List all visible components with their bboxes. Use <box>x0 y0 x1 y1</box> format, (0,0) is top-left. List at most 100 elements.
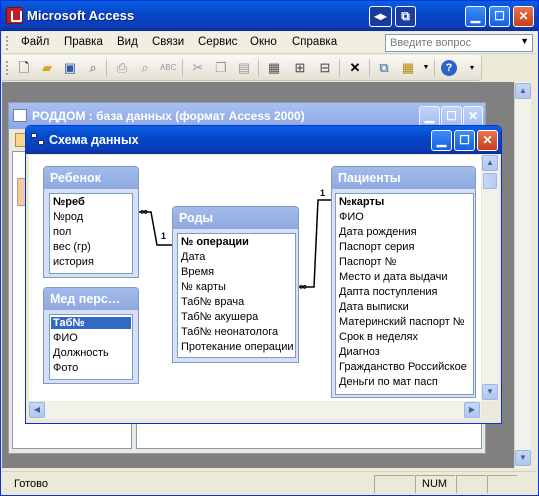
table-births-field-list[interactable]: № операции Дата Время № карты Таб№ врача… <box>177 233 296 358</box>
table-patients-field-list[interactable]: №карты ФИО Дата рождения Паспорт серия П… <box>335 193 474 395</box>
menu-view[interactable]: Вид <box>117 36 138 48</box>
field-maternity-passport[interactable]: Материнский паспорт № <box>339 316 465 328</box>
rel-vscroll-thumb[interactable] <box>483 173 497 189</box>
menu-window[interactable]: Окно <box>250 36 277 48</box>
field-staff-id[interactable]: Таб№ <box>51 317 131 329</box>
open-icon[interactable]: ▰ <box>39 60 55 75</box>
database-window-icon[interactable]: ⧉ <box>376 60 392 75</box>
scroll-up-icon[interactable]: ▲ <box>515 83 531 99</box>
field-operation-id[interactable]: № операции <box>181 236 249 248</box>
chevron-down-icon[interactable]: ▼ <box>520 36 529 46</box>
field-full-name[interactable]: ФИО <box>339 211 364 223</box>
field-birth-id[interactable]: №род <box>53 211 83 223</box>
scroll-down-icon[interactable]: ▼ <box>515 450 531 466</box>
field-staff-name[interactable]: ФИО <box>53 332 78 344</box>
table-births-title[interactable]: Роды <box>173 207 298 229</box>
field-birth-date[interactable]: Дата рождения <box>339 226 417 238</box>
rel-close-button[interactable]: ✕ <box>477 130 498 151</box>
copy-icon[interactable]: ❐ <box>213 60 229 75</box>
menu-relationships[interactable]: Связи <box>152 36 184 48</box>
field-time[interactable]: Время <box>181 266 214 278</box>
field-child-id[interactable]: №реб <box>53 196 85 208</box>
all-relationships-icon[interactable]: ⊟ <box>317 60 333 75</box>
db-close-button[interactable]: ✕ <box>463 106 483 127</box>
field-passport-series[interactable]: Паспорт серия <box>339 241 414 253</box>
paste-icon[interactable]: ▤ <box>236 60 252 75</box>
field-date[interactable]: Дата <box>181 251 205 263</box>
menu-file[interactable]: Файл <box>21 36 49 48</box>
field-history[interactable]: история <box>53 256 94 268</box>
table-births[interactable]: Роды № операции Дата Время № карты Таб№ … <box>172 206 299 363</box>
main-vertical-scrollbar[interactable]: ▲ ▼ <box>514 82 531 468</box>
field-neonatologist-id[interactable]: Таб№ неонатолога <box>181 326 278 338</box>
window-switch-icon[interactable]: ⧉ <box>395 6 416 27</box>
spelling-icon[interactable]: ABC <box>160 60 176 75</box>
rel-vertical-scrollbar[interactable]: ▲ ▼ <box>482 155 499 401</box>
relationships-canvas[interactable]: ∞ 1 ∞ 1 Ребенок №реб №род пол вес (гр) и… <box>29 155 481 401</box>
back-forward-icon[interactable]: ◂▸ <box>369 6 392 27</box>
show-table-icon[interactable]: ▦ <box>266 60 282 75</box>
menu-tools[interactable]: Сервис <box>198 36 237 48</box>
delete-icon[interactable]: ✕ <box>347 60 363 75</box>
title-bar[interactable]: Microsoft Access ◂▸ ⧉ ▁ ☐ ✕ <box>1 1 538 31</box>
rel-horizontal-scrollbar[interactable]: ◀ ▶ <box>29 402 481 419</box>
table-patients-title[interactable]: Пациенты <box>332 167 475 189</box>
table-child-title[interactable]: Ребенок <box>44 167 138 189</box>
field-admission-date[interactable]: Дапта поступления <box>339 286 438 298</box>
help-search-input[interactable]: Введите вопрос ▼ <box>385 34 533 52</box>
table-staff-title[interactable]: Мед перс… <box>44 288 138 310</box>
field-card-number[interactable]: №карты <box>339 196 384 208</box>
database-icon[interactable] <box>13 109 27 122</box>
table-staff[interactable]: Мед перс… Таб№ ФИО Должность Фото <box>43 287 139 384</box>
field-position[interactable]: Должность <box>53 347 109 359</box>
new-object-icon[interactable]: ▦ <box>400 60 416 75</box>
db-maximize-button[interactable]: ☐ <box>441 106 462 127</box>
field-operation-course[interactable]: Протекание операции <box>181 341 294 353</box>
table-child[interactable]: Ребенок №реб №род пол вес (гр) история <box>43 166 139 278</box>
table-child-field-list[interactable]: №реб №род пол вес (гр) история <box>49 193 133 274</box>
field-passport-number[interactable]: Паспорт № <box>339 256 396 268</box>
scroll-right-icon[interactable]: ▶ <box>464 402 480 418</box>
table-patients[interactable]: Пациенты №карты ФИО Дата рождения Паспор… <box>331 166 476 398</box>
db-minimize-button[interactable]: ▁ <box>419 106 440 127</box>
relationships-window[interactable]: Схема данных ▁ ☐ ✕ ∞ 1 ∞ 1 Ребенок №реб <box>25 125 502 424</box>
minimize-button[interactable]: ▁ <box>465 6 486 27</box>
toolbar-grip-icon[interactable] <box>6 61 9 75</box>
field-sex[interactable]: пол <box>53 226 71 238</box>
rel-minimize-button[interactable]: ▁ <box>431 130 452 151</box>
scroll-left-icon[interactable]: ◀ <box>29 402 45 418</box>
menubar-grip-icon[interactable] <box>6 36 9 50</box>
relationships-icon[interactable] <box>31 133 45 147</box>
field-issue-place-date[interactable]: Место и дата выдачи <box>339 271 448 283</box>
print-icon[interactable]: ⎙ <box>114 60 130 75</box>
print-preview-icon[interactable]: ⌕ <box>137 60 153 75</box>
relationships-title-bar[interactable]: Схема данных ▁ ☐ ✕ <box>26 126 501 154</box>
rel-maximize-button[interactable]: ☐ <box>454 130 475 151</box>
toolbar-options-icon[interactable]: ▾ <box>464 60 480 75</box>
field-midwife-id[interactable]: Таб№ акушера <box>181 311 258 323</box>
menu-edit[interactable]: Правка <box>64 36 103 48</box>
field-citizenship[interactable]: Гражданство Российское <box>339 361 467 373</box>
scroll-down-icon[interactable]: ▼ <box>482 384 498 400</box>
maximize-button[interactable]: ☐ <box>489 6 510 27</box>
scroll-up-icon[interactable]: ▲ <box>482 155 498 171</box>
access-key-icon[interactable] <box>6 7 23 24</box>
field-diagnosis[interactable]: Диагноз <box>339 346 380 358</box>
field-maternity-money[interactable]: Деньги по мат пасп <box>339 376 438 388</box>
field-photo[interactable]: Фото <box>53 362 78 374</box>
chevron-down-icon[interactable]: ▼ <box>418 60 434 75</box>
table-staff-field-list[interactable]: Таб№ ФИО Должность Фото <box>49 314 133 380</box>
menu-help[interactable]: Справка <box>292 36 337 48</box>
new-icon[interactable]: 🗋 <box>16 60 32 75</box>
file-search-icon[interactable]: ⌕ <box>85 60 101 75</box>
help-icon[interactable]: ? <box>441 60 457 76</box>
field-weeks[interactable]: Срок в неделях <box>339 331 418 343</box>
direct-relationships-icon[interactable]: ⊞ <box>292 60 308 75</box>
field-discharge-date[interactable]: Дата выписки <box>339 301 409 313</box>
save-icon[interactable]: ▣ <box>62 60 78 75</box>
field-card-id[interactable]: № карты <box>181 281 226 293</box>
field-doctor-id[interactable]: Таб№ врача <box>181 296 244 308</box>
field-weight[interactable]: вес (гр) <box>53 241 91 253</box>
cut-icon[interactable]: ✂ <box>190 60 206 75</box>
close-button[interactable]: ✕ <box>513 6 534 27</box>
